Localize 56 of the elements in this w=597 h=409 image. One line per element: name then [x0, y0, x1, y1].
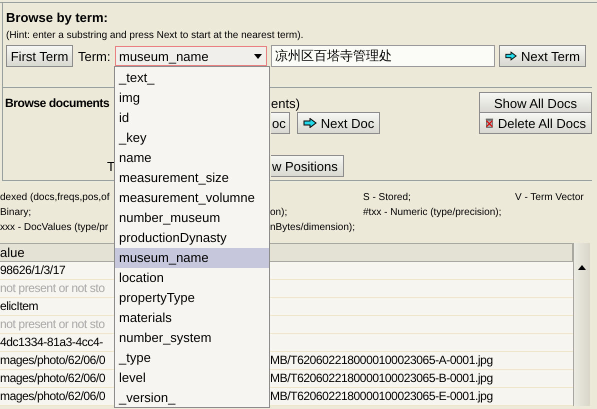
legend-text: S - Stored;: [363, 192, 412, 203]
scrollbar[interactable]: [573, 243, 590, 406]
scroll-up-icon[interactable]: [578, 265, 586, 270]
dropdown-option[interactable]: propertyType: [115, 288, 269, 308]
table-cell: MB/T6206022180000100023065-E-0001.jpg: [270, 389, 493, 404]
table-cell: 4dc1334-81a3-4cc4-: [0, 335, 103, 350]
dropdown-option[interactable]: location: [115, 268, 269, 288]
show-all-docs-button[interactable]: Show All Docs: [479, 92, 592, 114]
term-label: Term:: [77, 48, 112, 64]
next-doc-button[interactable]: Next Doc: [296, 112, 380, 134]
dropdown-option[interactable]: _key: [115, 128, 269, 148]
table-cell: not present or not sto: [0, 317, 105, 332]
trash-icon: [485, 116, 494, 130]
dropdown-option[interactable]: level: [115, 368, 269, 388]
dropdown-option[interactable]: measurement_size: [115, 168, 269, 188]
legend-text: nBytes/dimension);: [270, 222, 356, 233]
dropdown-option[interactable]: number_museum: [115, 208, 269, 228]
delete-all-docs-button[interactable]: Delete All Docs: [479, 112, 592, 134]
dropdown-option[interactable]: _text_: [115, 68, 269, 88]
dropdown-option[interactable]: _version_: [115, 388, 269, 408]
dropdown-option[interactable]: museum_name: [115, 248, 269, 268]
legend-text: Binary;: [0, 207, 32, 218]
next-term-button[interactable]: Next Term: [499, 45, 586, 67]
arrow-right-icon: [505, 51, 517, 61]
dropdown-option[interactable]: measurement_volumne: [115, 188, 269, 208]
prev-doc-button[interactable]: oc: [271, 112, 290, 134]
dropdown-option[interactable]: _type: [115, 348, 269, 368]
section-title: Browse by term:: [6, 9, 109, 27]
legend-text: xxx - DocValues (type/pr: [0, 222, 110, 233]
table-cell: mages/photo/62/06/0: [0, 389, 106, 404]
term-input-field[interactable]: 凉州区百塔寺管理处: [271, 45, 495, 67]
table-cell: MB/T6206022180000100023065-B-0001.jpg: [270, 371, 493, 386]
legend-text: on);: [270, 207, 288, 218]
field-dropdown[interactable]: museum_name: [115, 46, 267, 66]
dropdown-option[interactable]: name: [115, 148, 269, 168]
table-cell: mages/photo/62/06/0: [0, 371, 106, 386]
legend-text: dexed (docs,freqs,pos,of: [0, 192, 111, 203]
arrow-right-icon: [302, 118, 317, 128]
first-term-button[interactable]: First Term: [6, 45, 73, 67]
dropdown-option[interactable]: number_system: [115, 328, 269, 348]
dropdown-option[interactable]: id: [115, 108, 269, 128]
legend-text: #txx - Numeric (type/precision);: [363, 207, 502, 218]
table-cell: 98626/1/3/17: [0, 263, 66, 278]
table-cell: MB/T6206022180000100023065-A-0001.jpg: [270, 353, 493, 368]
label-fragment: T: [107, 158, 115, 174]
section-title: Browse documents: [4, 95, 110, 112]
section-title-fragment: ents): [271, 96, 301, 110]
show-positions-button[interactable]: w Positions: [271, 155, 344, 177]
dropdown-option[interactable]: materials: [115, 308, 269, 328]
hint-text: (Hint: enter a substring and press Next to start at the nearest term).: [6, 29, 304, 43]
table-cell: elicItem: [0, 299, 38, 314]
dropdown-option[interactable]: img: [115, 88, 269, 108]
table-cell: mages/photo/62/06/0: [0, 353, 106, 368]
table-cell: not present or not sto: [0, 281, 105, 296]
legend-text: V - Term Vector: [515, 192, 585, 203]
dropdown-arrow-icon: [254, 54, 262, 58]
